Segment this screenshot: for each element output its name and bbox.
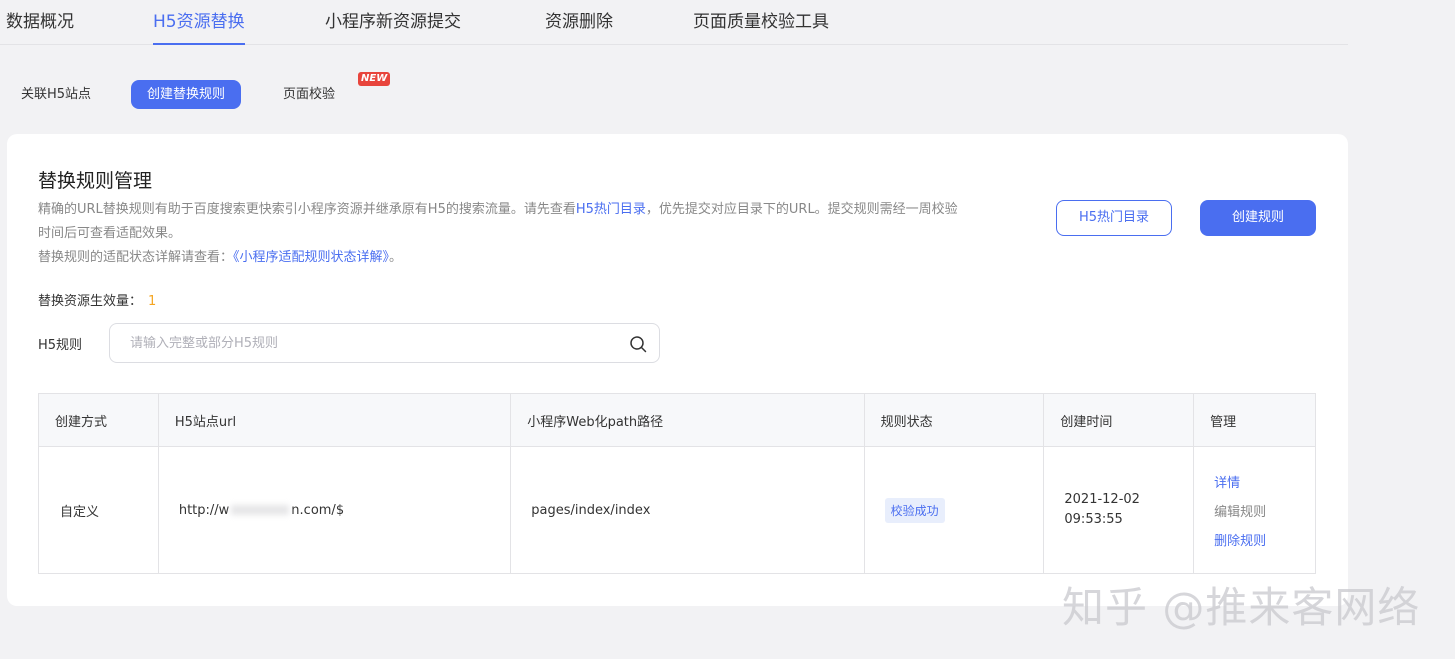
watermark: 知乎 @推来客网络 (1062, 583, 1421, 632)
h5-rule-label: H5规则 (38, 338, 83, 353)
tab-new-resource-submit[interactable]: 小程序新资源提交 (325, 10, 461, 34)
rule-management-card: 替换规则管理 精确的URL替换规则有助于百度搜索更快索引小程序资源并继承原有H5… (7, 134, 1348, 606)
status-detail-link[interactable]: 《小程序适配规则状态详解》 (233, 250, 389, 265)
subtab-create-replace-rule[interactable]: 创建替换规则 (131, 80, 242, 109)
desc-text: 。 (389, 250, 403, 265)
cell-method: 自定义 (39, 447, 159, 573)
top-tab-bar: 数据概况 H5资源替换 小程序新资源提交 资源删除 页面质量校验工具 (0, 0, 1348, 45)
tab-h5-resource-replace[interactable]: H5资源替换 (153, 10, 245, 45)
count-label: 替换资源生效量： (38, 294, 143, 309)
cell-status: 校验成功 (865, 447, 1045, 573)
created-date: 2021-12-02 (1064, 492, 1140, 507)
effective-count: 替换资源生效量： 1 (38, 290, 156, 309)
create-rule-button[interactable]: 创建规则 (1200, 200, 1316, 236)
delete-rule-link[interactable]: 删除规则 (1214, 530, 1266, 549)
col-header-manage: 管理 (1210, 414, 1237, 430)
url-prefix: http://w (178, 502, 230, 518)
edit-rule-link[interactable]: 编辑规则 (1214, 501, 1266, 520)
url-suffix: n.com/$ (291, 502, 345, 518)
search-icon[interactable] (629, 335, 647, 353)
cell-url: http://w n.com/$ (159, 447, 512, 573)
desc-text: ，优先提交对应目录下的URL。提交规则需经一周校验 (645, 202, 958, 217)
desc-text: 时间后可查看适配效果。 (38, 226, 182, 241)
cell-path: pages/index/index (511, 447, 865, 573)
description: 精确的URL替换规则有助于百度搜索更快索引小程序资源并继承原有H5的搜索流量。请… (38, 198, 1038, 270)
tab-page-quality-tool[interactable]: 页面质量校验工具 (693, 10, 829, 34)
hot-dir-link[interactable]: H5热门目录 (576, 202, 646, 217)
col-header-url: H5站点url (159, 394, 512, 446)
detail-link[interactable]: 详情 (1214, 472, 1240, 491)
count-value: 1 (148, 294, 157, 309)
rules-table: 创建方式 H5站点url 小程序Web化path路径 规则状态 创建时间 管理 … (38, 393, 1316, 574)
cell-actions: 详情 编辑规则 删除规则 (1194, 447, 1315, 573)
col-header-status: 规则状态 (865, 394, 1045, 446)
search-input[interactable] (130, 324, 610, 362)
h5-hot-dir-button[interactable]: H5热门目录 (1056, 200, 1172, 236)
col-header-created: 创建时间 (1044, 394, 1195, 446)
desc-text: 精确的URL替换规则有助于百度搜索更快索引小程序资源并继承原有H5的搜索流量。请… (38, 202, 576, 217)
new-badge: NEW (358, 72, 391, 86)
redacted-mask (231, 505, 290, 515)
table-row: 自定义 http://w n.com/$ pages/index/index 校验… (39, 447, 1315, 573)
cell-created: 2021-12-02 09:53:55 (1044, 447, 1195, 573)
subtab-page-check[interactable]: 页面校验 (283, 80, 335, 109)
search-box (109, 323, 660, 363)
tab-data-overview[interactable]: 数据概况 (6, 10, 74, 34)
table-header: 创建方式 H5站点url 小程序Web化path路径 规则状态 创建时间 管理 (39, 394, 1315, 447)
status-badge: 校验成功 (884, 497, 945, 523)
subtab-link-h5-site[interactable]: 关联H5站点 (21, 80, 91, 109)
col-header-method: 创建方式 (39, 394, 159, 446)
page-title: 替换规则管理 (38, 170, 153, 192)
created-time: 09:53:55 (1064, 512, 1123, 527)
desc-text: 替换规则的适配状态详解请查看： (38, 250, 234, 265)
tab-resource-delete[interactable]: 资源删除 (545, 10, 613, 34)
col-header-path: 小程序Web化path路径 (511, 394, 865, 446)
